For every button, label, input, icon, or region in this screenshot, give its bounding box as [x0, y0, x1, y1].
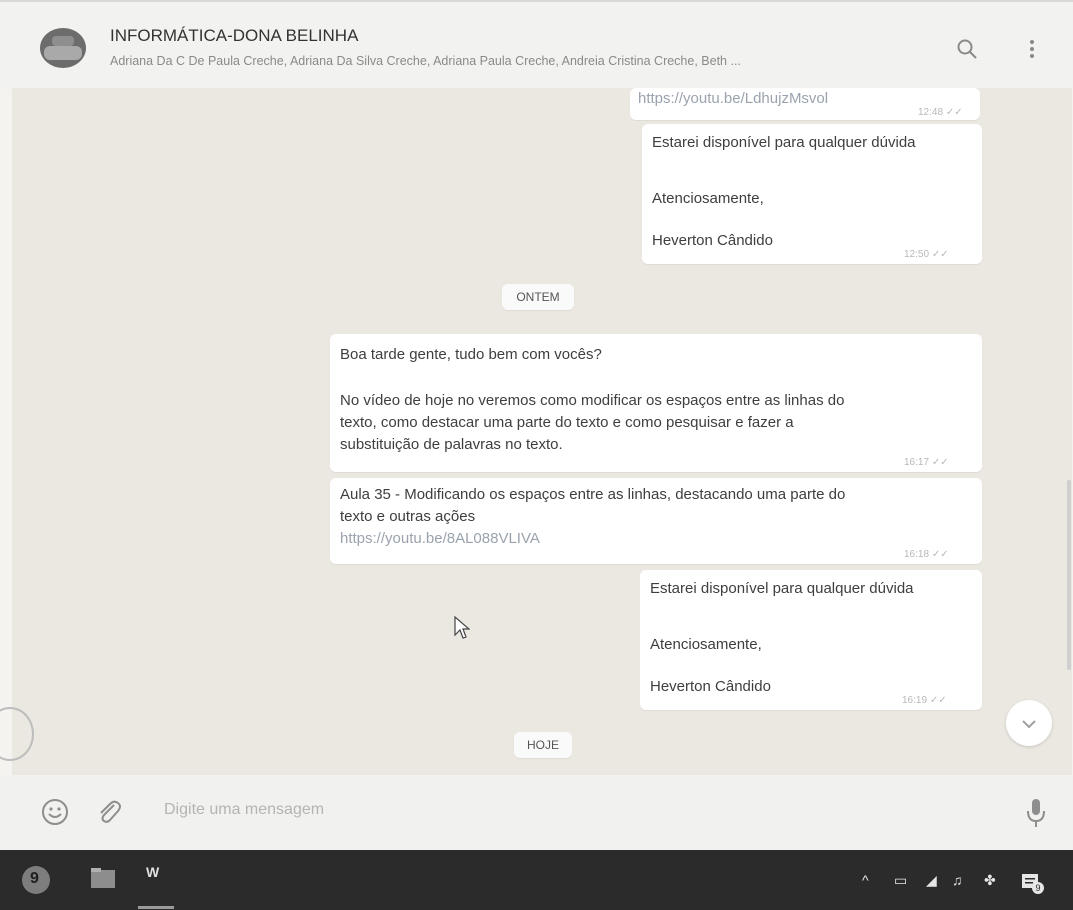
- message-text: Aula 35 - Modificando os espaços entre a…: [340, 486, 846, 503]
- microphone-icon[interactable]: [1026, 797, 1046, 834]
- mouse-cursor-icon: [454, 615, 471, 645]
- message-bubble[interactable]: Estarei disponível para qualquer dúvida …: [642, 124, 982, 264]
- battery-icon[interactable]: ▭: [894, 872, 907, 889]
- double-check-icon: ✓✓: [931, 457, 949, 468]
- wifi-icon[interactable]: ◢: [926, 872, 937, 889]
- notification-count-badge: 9: [1032, 882, 1044, 894]
- message-link[interactable]: https://youtu.be/LdhujzMsvol: [638, 88, 828, 110]
- message-link[interactable]: https://youtu.be/8AL088VLIVA: [340, 528, 540, 550]
- network-app-icon[interactable]: ✤: [984, 872, 996, 889]
- date-divider: HOJE: [514, 732, 572, 758]
- emoji-icon[interactable]: [40, 797, 70, 832]
- group-title[interactable]: INFORMÁTICA-DONA BELINHA: [110, 26, 358, 46]
- message-bubble[interactable]: Estarei disponível para qualquer dúvida …: [640, 570, 982, 710]
- chevron-down-icon: [1021, 717, 1037, 735]
- os-taskbar: 9 W ^ ▭ ◢ ♫ ✤ 9: [0, 850, 1073, 910]
- message-bubble[interactable]: Boa tarde gente, tudo bem com vocês? No …: [330, 334, 982, 472]
- message-list[interactable]: https://youtu.be/LdhujzMsvol 12:48 ✓✓ Es…: [12, 88, 1072, 775]
- scroll-to-bottom-button[interactable]: [1006, 700, 1052, 746]
- message-text: Estarei disponível para qualquer dúvida: [650, 580, 914, 597]
- message-text: No vídeo de hoje no veremos como modific…: [340, 392, 845, 409]
- double-check-icon: ✓✓: [929, 695, 947, 706]
- message-text: Boa tarde gente, tudo bem com vocês?: [340, 346, 602, 363]
- active-app-indicator: [138, 906, 174, 909]
- volume-icon[interactable]: ♫: [952, 872, 963, 888]
- double-check-icon: ✓✓: [931, 249, 949, 260]
- start-icon: 9: [30, 870, 39, 887]
- start-button[interactable]: 9: [22, 866, 50, 894]
- paperclip-icon[interactable]: [94, 797, 122, 832]
- message-text: Heverton Cândido: [650, 678, 771, 695]
- message-input[interactable]: Digite uma mensagem: [164, 801, 324, 819]
- message-time: 16:17 ✓✓: [904, 457, 949, 468]
- message-time: 16:19 ✓✓: [902, 695, 947, 706]
- word-app-icon[interactable]: W: [146, 864, 159, 880]
- message-text: Estarei disponível para qualquer dúvida: [652, 134, 916, 151]
- message-text: Heverton Cândido: [652, 232, 773, 249]
- message-bubble[interactable]: https://youtu.be/LdhujzMsvol 12:48 ✓✓: [630, 88, 980, 120]
- date-divider: ONTEM: [502, 284, 574, 310]
- message-text: texto, como destacar uma parte do texto …: [340, 414, 794, 431]
- message-time: 12:50 ✓✓: [904, 249, 949, 260]
- scrollbar[interactable]: [1067, 480, 1071, 670]
- double-check-icon: ✓✓: [945, 107, 963, 118]
- message-composer: Digite uma mensagem: [0, 775, 1073, 850]
- notification-center-icon[interactable]: 9: [1020, 872, 1044, 897]
- message-text: Atenciosamente,: [650, 636, 762, 653]
- message-bubble[interactable]: Aula 35 - Modificando os espaços entre a…: [330, 478, 982, 564]
- group-avatar[interactable]: [40, 28, 86, 68]
- file-explorer-icon[interactable]: [90, 866, 116, 895]
- message-text: substituição de palavras no texto.: [340, 436, 563, 453]
- tray-chevron-up-icon[interactable]: ^: [862, 872, 869, 888]
- chat-header: INFORMÁTICA-DONA BELINHA Adriana Da C De…: [0, 0, 1073, 90]
- more-vertical-icon[interactable]: [1028, 38, 1036, 65]
- message-time: 16:18 ✓✓: [904, 549, 949, 560]
- group-participants[interactable]: Adriana Da C De Paula Creche, Adriana Da…: [110, 54, 741, 68]
- double-check-icon: ✓✓: [931, 549, 949, 560]
- message-text: Atenciosamente,: [652, 190, 764, 207]
- message-time: 12:48 ✓✓: [918, 107, 963, 118]
- message-text: texto e outras ações: [340, 508, 476, 525]
- search-icon[interactable]: [956, 38, 978, 65]
